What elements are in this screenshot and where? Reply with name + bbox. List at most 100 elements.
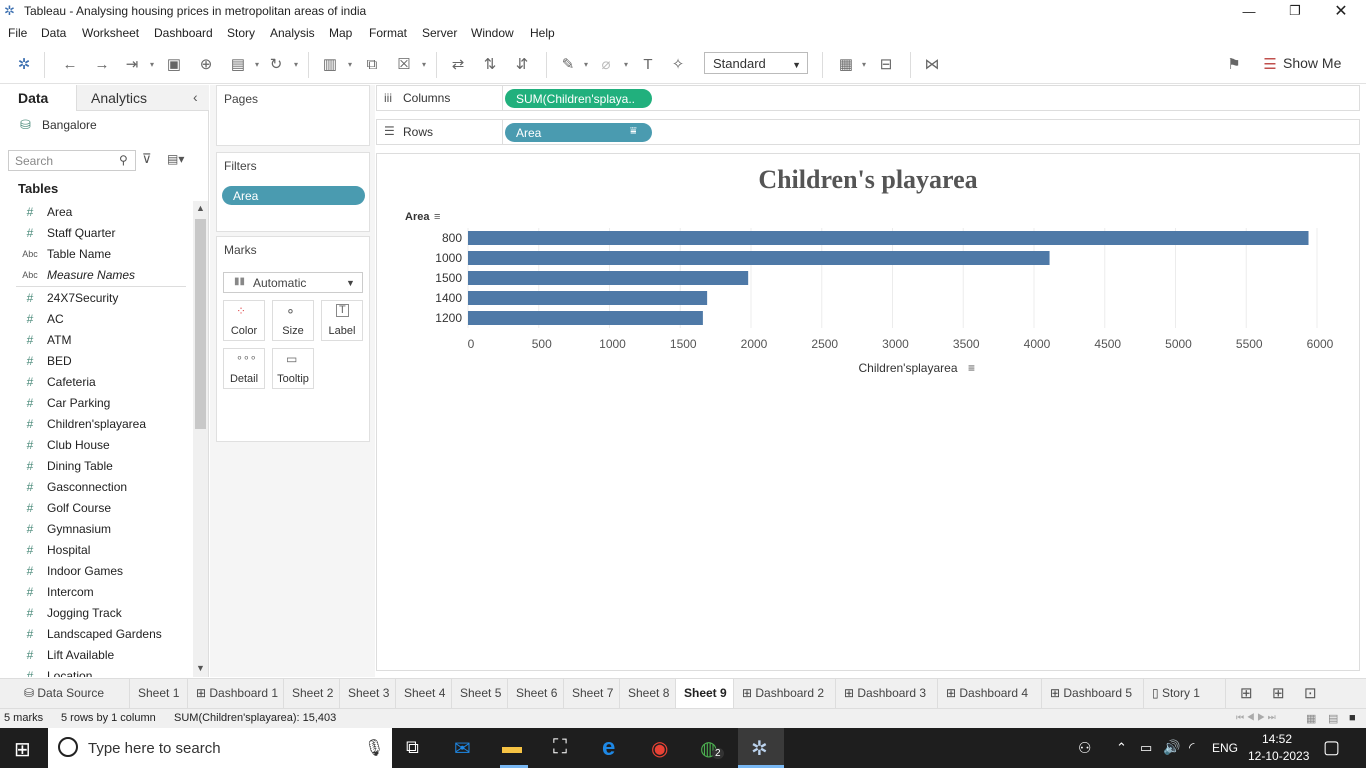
chevron-down-icon[interactable]: ▾ (253, 54, 261, 74)
field-list-scrollbar[interactable]: ▲ ▼ (193, 201, 208, 677)
sheet-tab[interactable]: Sheet 8 (620, 679, 676, 708)
new-sheet-icon[interactable]: ⊞ (1240, 684, 1253, 702)
language-indicator[interactable]: ENG (1212, 741, 1238, 755)
menu-server[interactable]: Server (422, 22, 457, 40)
scrollbar-thumb[interactable] (195, 219, 206, 429)
sort-ascending-icon[interactable]: ⇅ (480, 54, 500, 74)
restore-button[interactable]: ❐ (1272, 0, 1318, 22)
redo-icon[interactable]: → (92, 54, 112, 74)
nav-first-icon[interactable]: ⏮ ◀ ▶ ⏭ (1236, 712, 1276, 723)
columns-pill[interactable]: SUM(Children'splaya.. (505, 89, 652, 108)
grid-view-icon[interactable]: ▦ (1306, 712, 1316, 725)
group-members-icon[interactable]: ⌀ (596, 54, 616, 74)
chevron-down-icon[interactable]: ▾ (860, 54, 868, 74)
sort-descending-icon[interactable]: ⇵ (512, 54, 532, 74)
field-item[interactable]: # Landscaped Gardens (0, 623, 192, 644)
sheet-tab[interactable]: ⊞ Dashboard 2 (734, 679, 836, 708)
undo-icon[interactable]: ← (60, 54, 80, 74)
scroll-down-icon[interactable]: ▼ (196, 663, 205, 673)
marks-label-button[interactable]: T Label (321, 300, 363, 341)
field-item[interactable]: # Club House (0, 434, 192, 455)
menu-dashboard[interactable]: Dashboard (154, 22, 213, 40)
sheet-tab[interactable]: ⊞ Dashboard 3 (836, 679, 938, 708)
chevron-down-icon[interactable]: ▾ (292, 54, 300, 74)
clear-sheet-icon[interactable]: ☒ (394, 54, 414, 74)
show-labels-icon[interactable]: T (638, 54, 658, 74)
sheet-tab[interactable]: Sheet 2 (284, 679, 340, 708)
field-item[interactable]: # Car Parking (0, 392, 192, 413)
sheet-tab[interactable]: ⊞ Dashboard 5 (1042, 679, 1144, 708)
new-datasource-icon[interactable]: ⊕ (196, 54, 216, 74)
marks-tooltip-button[interactable]: ▭ Tooltip (272, 348, 314, 389)
taskbar-search-box[interactable]: Type here to search 🎙 (48, 728, 392, 768)
presentation-mode-icon[interactable]: ⊟ (876, 54, 896, 74)
chevron-down-icon[interactable]: ▾ (622, 54, 630, 74)
refresh-icon[interactable]: ↻ (266, 54, 286, 74)
field-item[interactable]: # Staff Quarter (0, 222, 192, 243)
pages-card[interactable]: Pages (216, 85, 370, 146)
highlight-icon[interactable]: ✎ (558, 54, 578, 74)
field-item[interactable]: # Area (0, 201, 192, 222)
menu-story[interactable]: Story (227, 22, 255, 40)
windows-start-icon[interactable]: ⊞ (14, 737, 31, 762)
field-item[interactable]: # Jogging Track (0, 602, 192, 623)
field-item[interactable]: Abc Measure Names (0, 264, 192, 285)
microphone-icon[interactable]: 🎙 (364, 738, 384, 758)
tableau-home-icon[interactable]: ✲ (14, 54, 34, 74)
battery-icon[interactable]: ▭ (1140, 740, 1152, 756)
pause-updates-icon[interactable]: ▤ (228, 54, 248, 74)
notifications-icon[interactable]: ▢ (1323, 737, 1340, 758)
marks-size-button[interactable]: ⚬ Size (272, 300, 314, 341)
mark-type-select[interactable]: ▮▮ Automatic ▼ (223, 272, 363, 293)
menu-file[interactable]: File (8, 22, 27, 40)
fit-select[interactable]: Standard ▼ (704, 52, 808, 74)
marks-detail-button[interactable]: ∘∘∘ Detail (223, 348, 265, 389)
close-button[interactable]: ✕ (1318, 0, 1364, 22)
sheet-tab[interactable]: Sheet 9 (676, 679, 734, 708)
pin-icon[interactable]: ✧ (668, 54, 688, 74)
field-item[interactable]: # Children'splayarea (0, 413, 192, 434)
field-item[interactable]: # Gasconnection (0, 476, 192, 497)
menu-map[interactable]: Map (329, 22, 352, 40)
task-view-icon[interactable]: ⧉ (406, 737, 419, 758)
show-me-label[interactable]: Show Me (1283, 55, 1341, 71)
film-view-icon[interactable]: ▤ (1328, 712, 1338, 725)
duplicate-sheet-icon[interactable]: ⧉ (362, 54, 382, 74)
menu-data[interactable]: Data (41, 22, 66, 40)
field-item[interactable]: #24X7Security (0, 287, 192, 308)
chevron-down-icon[interactable]: ▾ (582, 54, 590, 74)
collapse-pane-icon[interactable]: ‹ (193, 89, 198, 105)
sheet-tab[interactable]: ⊞ Dashboard 4 (938, 679, 1042, 708)
field-item[interactable]: # BED (0, 350, 192, 371)
new-dashboard-icon[interactable]: ⊞ (1272, 684, 1285, 702)
store-icon[interactable]: ⛶ (553, 736, 567, 759)
field-item[interactable]: # Gymnasium (0, 518, 192, 539)
field-item[interactable]: # ATM (0, 329, 192, 350)
chevron-up-icon[interactable]: ⌃ (1116, 740, 1127, 756)
sheet-tab[interactable]: ⊞ Dashboard 1 (188, 679, 284, 708)
field-item[interactable]: # Indoor Games (0, 560, 192, 581)
file-explorer-icon[interactable]: ▬ (502, 736, 522, 759)
field-item[interactable]: # Intercom (0, 581, 192, 602)
field-item[interactable]: # Location (0, 665, 192, 677)
show-me-icon[interactable]: ☰ (1260, 54, 1280, 74)
field-item[interactable]: # Cafeteria (0, 371, 192, 392)
sheet-tab[interactable]: ▯ Story 1 (1144, 679, 1226, 708)
view-list-icon[interactable]: ▤▾ (167, 152, 184, 166)
menu-help[interactable]: Help (530, 22, 555, 40)
scroll-up-icon[interactable]: ▲ (196, 203, 205, 213)
menu-analysis[interactable]: Analysis (270, 22, 315, 40)
menu-format[interactable]: Format (369, 22, 407, 40)
marks-color-button[interactable]: ⁘ Color (223, 300, 265, 341)
new-story-icon[interactable]: ⊡ (1304, 684, 1317, 702)
rows-pill[interactable]: Area ⩸ (505, 123, 652, 142)
clock-date[interactable]: 12-10-2023 (1248, 749, 1309, 763)
save-icon[interactable]: ▣ (164, 54, 184, 74)
columns-shelf[interactable]: iii Columns SUM(Children'splaya.. (376, 85, 1360, 111)
sheet-tab[interactable]: Sheet 5 (452, 679, 508, 708)
field-item[interactable]: # AC (0, 308, 192, 329)
show-cards-icon[interactable]: ▦ (836, 54, 856, 74)
tableau-taskbar-button[interactable]: ✲ (738, 728, 784, 768)
people-icon[interactable]: ⚇ (1078, 739, 1091, 757)
filter-pill-area[interactable]: Area (222, 186, 365, 205)
